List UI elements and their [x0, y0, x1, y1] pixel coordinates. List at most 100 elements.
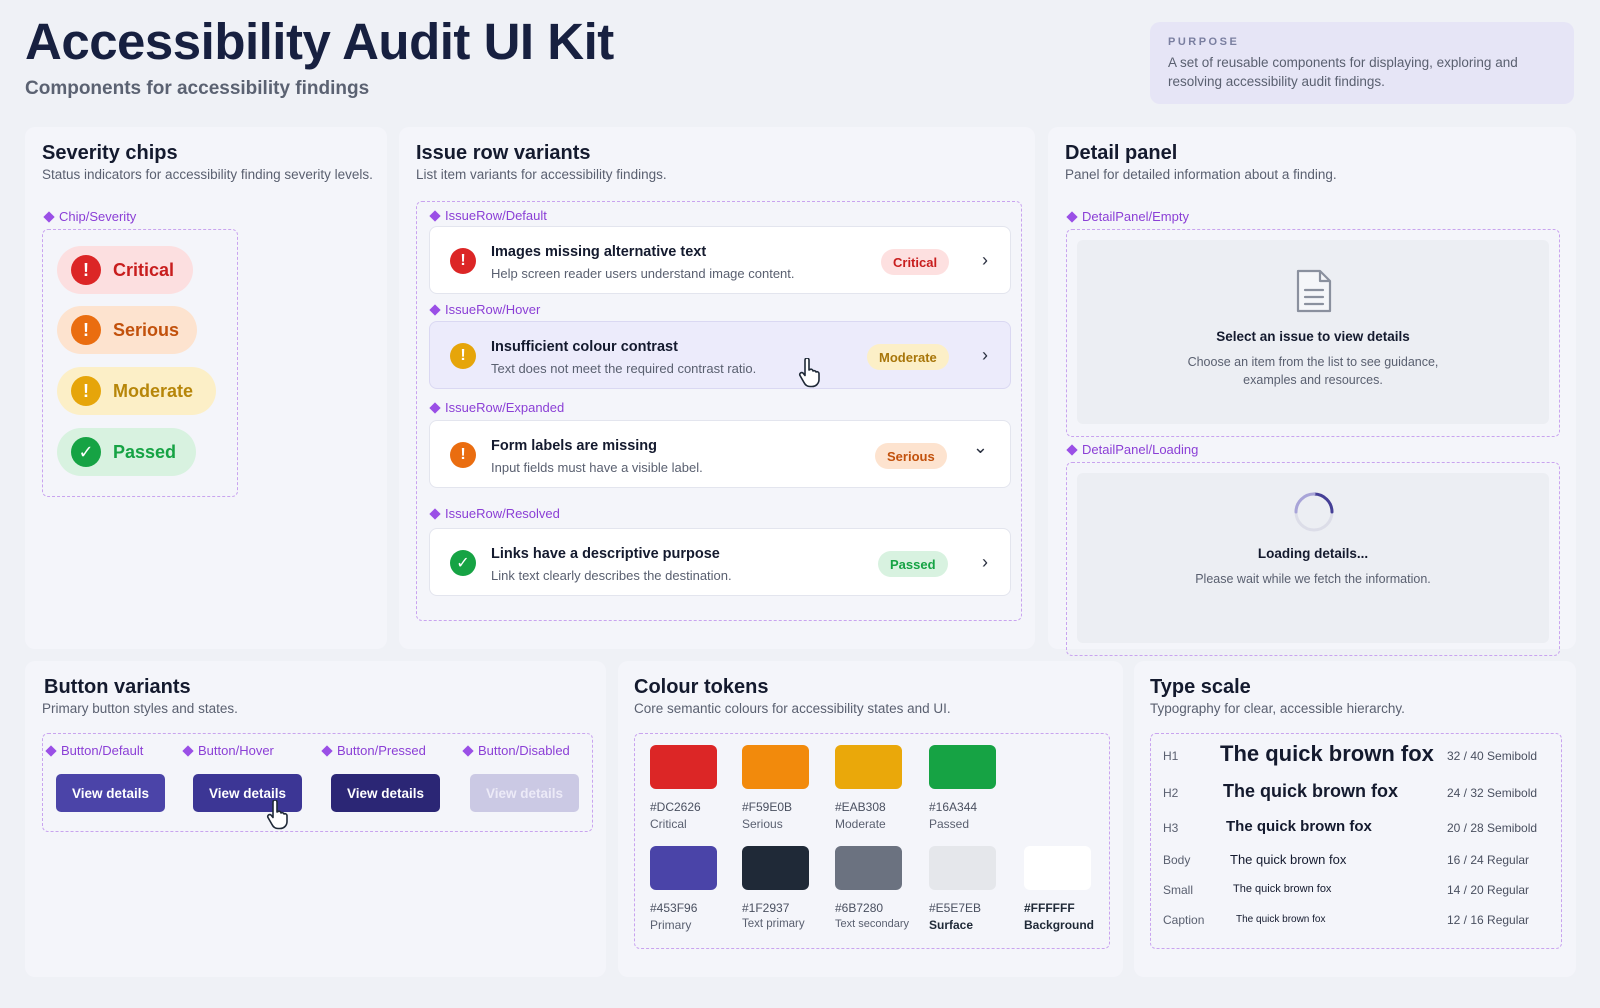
component-icon [182, 744, 194, 757]
exclamation-icon: ! [71, 255, 101, 285]
variant-label: DetailPanel/Empty [1066, 209, 1189, 224]
swatch-hex: #6B7280 [835, 901, 884, 915]
type-spec: 32 / 40 Semibold [1447, 749, 1538, 763]
variant-label-text: IssueRow/Resolved [445, 506, 560, 521]
swatch-text-secondary [835, 846, 902, 890]
swatch-critical [650, 745, 717, 789]
chip-label: Serious [113, 319, 180, 340]
swatch-hex: #E5E7EB [929, 901, 982, 915]
card-title: Severity chips [42, 142, 178, 164]
variant-label-text: Button/Pressed [337, 743, 426, 758]
type-sample-small: The quick brown fox [1233, 883, 1332, 895]
check-icon: ✓ [71, 437, 101, 467]
type-spec: 20 / 28 Semibold [1447, 821, 1538, 835]
view-details-button-disabled: View details [470, 774, 579, 812]
variant-label: IssueRow/Expanded [429, 400, 564, 415]
detail-loading-frame: Loading details... Please wait while we … [1066, 462, 1560, 656]
swatch-primary [650, 846, 717, 890]
view-details-button-pressed[interactable]: View details [331, 774, 440, 812]
issue-row-default[interactable]: ! Images missing alternative text Help s… [429, 226, 1011, 294]
detail-panel-loading: Loading details... Please wait while we … [1077, 473, 1549, 643]
type-label: H3 [1163, 821, 1179, 835]
card-title: Colour tokens [634, 676, 769, 698]
swatch-hex: #1F2937 [742, 901, 790, 915]
chip-passed: ✓ Passed [57, 428, 196, 476]
variant-label: Chip/Severity [43, 209, 136, 224]
detail-empty-frame: Select an issue to view details Choose a… [1066, 229, 1560, 437]
check-icon: ✓ [450, 550, 476, 576]
card-title: Button variants [44, 676, 191, 698]
severity-badge: Passed [878, 551, 948, 577]
card-title: Detail panel [1065, 142, 1178, 164]
variant-label: Button/Default [45, 743, 143, 758]
component-icon [462, 744, 474, 757]
issue-title: Links have a descriptive purpose [491, 546, 720, 562]
component-icon [321, 744, 333, 757]
variant-label: DetailPanel/Loading [1066, 442, 1198, 457]
component-icon [429, 303, 441, 316]
severity-badge: Serious [875, 443, 947, 469]
swatch-serious [742, 745, 809, 789]
card-subtitle: Core semantic colours for accessibility … [634, 701, 951, 716]
hand-cursor-icon [266, 800, 288, 830]
type-sample-h3: The quick brown fox [1226, 818, 1372, 835]
swatch-passed [929, 745, 996, 789]
card-subtitle: List item variants for accessibility fin… [416, 167, 667, 182]
variant-label-text: Button/Default [61, 743, 144, 758]
variant-label-text: IssueRow/Hover [445, 302, 541, 317]
type-spec: 24 / 32 Semibold [1447, 786, 1538, 800]
card-subtitle: Status indicators for accessibility find… [42, 167, 373, 182]
purpose-text: A set of reusable components for display… [1168, 55, 1518, 89]
component-icon [1066, 210, 1078, 223]
component-icon [429, 209, 441, 222]
issue-row-hover[interactable]: ! Insufficient colour contrast Text does… [429, 321, 1011, 389]
card-subtitle: Typography for clear, accessible hierarc… [1150, 701, 1405, 716]
variant-label-text: IssueRow/Expanded [445, 400, 565, 415]
page-subtitle: Components for accessibility findings [25, 78, 370, 99]
severity-badge: Moderate [867, 344, 949, 370]
issue-row-expanded[interactable]: ! Form labels are missing Input fields m… [429, 420, 1011, 488]
severity-badge: Critical [881, 249, 950, 275]
chevron-right-icon[interactable]: › [982, 250, 988, 271]
issue-title: Form labels are missing [491, 438, 658, 454]
swatch-name: Surface [929, 918, 974, 932]
variant-label: IssueRow/Hover [429, 302, 540, 317]
swatch-moderate [835, 745, 902, 789]
chip-critical: ! Critical [57, 246, 193, 294]
type-spec: 16 / 24 Regular [1447, 853, 1530, 867]
swatch-hex: #DC2626 [650, 800, 701, 814]
detail-panel-empty: Select an issue to view details Choose a… [1077, 240, 1549, 424]
chip-label: Passed [113, 441, 177, 462]
swatch-name: Text primary [742, 918, 805, 930]
view-details-button-default[interactable]: View details [56, 774, 165, 812]
variant-label-text: Button/Disabled [478, 743, 570, 758]
chevron-down-icon[interactable]: ⌄ [973, 437, 988, 458]
exclamation-icon: ! [71, 315, 101, 345]
variant-label: Button/Disabled [462, 743, 570, 758]
type-label: H1 [1163, 749, 1179, 763]
issue-row-resolved[interactable]: ✓ Links have a descriptive purpose Link … [429, 528, 1011, 596]
variant-label: Button/Hover [182, 743, 274, 758]
detail-loading-text: Please wait while we fetch the informati… [1195, 572, 1431, 586]
swatch-surface [929, 846, 996, 890]
issue-title: Insufficient colour contrast [491, 339, 678, 355]
document-icon [1296, 269, 1332, 313]
swatch-hex: #F59E0B [742, 800, 793, 814]
variant-label-text: DetailPanel/Empty [1082, 209, 1189, 224]
swatch-hex: #EAB308 [835, 800, 886, 814]
chevron-right-icon[interactable]: › [982, 552, 988, 573]
issue-row-frame: IssueRow/Default ! Images missing altern… [416, 201, 1022, 621]
component-icon [429, 507, 441, 520]
type-spec: 14 / 20 Regular [1447, 883, 1530, 897]
purpose-box: PURPOSE A set of reusable components for… [1150, 22, 1574, 104]
chip-moderate: ! Moderate [57, 367, 216, 415]
issue-rows-card: Issue row variants List item variants fo… [399, 127, 1035, 649]
swatch-hex: #FFFFFF [1024, 901, 1075, 915]
exclamation-icon: ! [450, 442, 476, 468]
swatch-hex: #16A344 [929, 800, 978, 814]
exclamation-icon: ! [450, 343, 476, 369]
chip-label: Critical [113, 259, 175, 280]
variant-label-text: DetailPanel/Loading [1082, 442, 1199, 457]
chevron-right-icon[interactable]: › [982, 345, 988, 366]
type-label: H2 [1163, 786, 1179, 800]
